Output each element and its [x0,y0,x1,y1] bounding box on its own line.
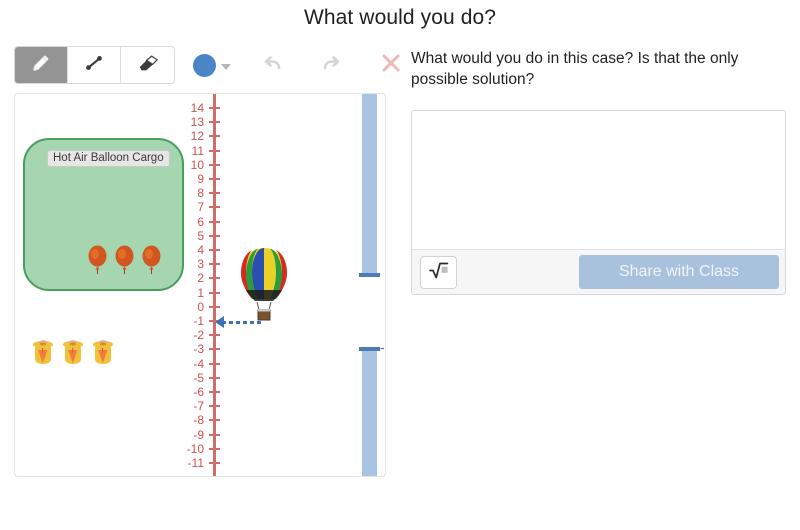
axis-tick [209,348,220,351]
axis-tick [209,135,220,138]
sandbag-icon [29,337,57,372]
axis-tick [209,192,220,195]
axis-tick [209,291,220,294]
axis-tick [209,121,220,124]
axis-tick-label: -3 [193,342,204,357]
eraser-icon [137,52,159,79]
axis-tick [209,391,220,393]
square-root-icon [428,261,449,284]
axis-tick [209,263,220,266]
axis-tick-label: -4 [193,356,204,371]
pencil-tool[interactable] [15,47,68,83]
axis-tick-label: 14 [190,101,204,115]
axis-tick [209,149,220,152]
balloon-icon [114,245,135,279]
color-picker[interactable] [193,53,231,77]
axis-tick-label: -2 [193,328,204,343]
value-arrow-head [215,316,224,328]
pencil-icon [30,52,52,79]
axis-tick-label: 11 [191,143,204,158]
axis-tick-label: -5 [193,370,204,385]
axis-tick [209,305,220,308]
axis-tick [209,107,220,109]
sandbags-group [29,337,117,372]
line-tool[interactable] [68,47,121,83]
axis-tick-label: 1 [197,285,204,300]
axis-tick-label: 5 [197,228,204,243]
bar-upper[interactable] [362,94,377,277]
sandbag-icon [59,337,87,372]
drawing-canvas[interactable]: Hot Air Balloon Cargo 14 13 12 11 10 9 8… [14,93,386,477]
axis-tick-label: 4 [197,243,204,257]
axis-tick-label: 6 [197,214,204,229]
bar-lower-cap [359,347,380,351]
answer-card: Share with Class [411,110,786,295]
tool-group [14,46,175,84]
clear-button[interactable] [379,51,403,80]
share-with-class-button[interactable]: Share with Class [579,255,779,289]
axis-tick-label: 2 [197,271,204,286]
axis-tick-label: 10 [190,157,204,172]
axis-tick-label: 12 [190,129,204,144]
axis-tick [209,334,220,337]
eraser-tool[interactable] [121,47,174,83]
axis-tick-label: 3 [197,257,204,272]
cargo-panel[interactable]: Hot Air Balloon Cargo [23,138,184,291]
axis-tick [209,206,220,209]
axis-tick [209,376,220,379]
axis-tick [209,362,220,365]
axis-tick-label: -7 [193,399,204,414]
axis-tick [209,462,220,464]
bar-upper-cap [359,273,380,277]
axis-tick-label: 9 [197,172,204,186]
hot-air-balloon[interactable] [233,246,295,333]
redo-arrow-icon [317,52,343,79]
answer-input[interactable] [412,111,785,251]
axis-tick-label: 0 [197,299,204,314]
color-swatch[interactable] [193,53,216,77]
axis-tick [209,220,220,223]
answer-footer: Share with Class [412,249,785,294]
cargo-panel-label: Hot Air Balloon Cargo [47,150,170,167]
axis-tick-label: 13 [190,115,204,130]
app-root: What would you do? Hot Air Balloon Cargo… [0,0,800,530]
axis-tick [209,178,220,180]
sandbag-icon [89,337,117,372]
axis-tick-label: -10 [186,441,204,456]
axis-tick-label: -8 [193,413,204,428]
axis-tick-label: -9 [193,427,204,442]
axis-tick-label: -6 [193,385,204,399]
axis-tick-label: -1 [193,314,204,328]
axis-tick [209,234,220,237]
redo-button[interactable] [317,52,343,79]
axis-tick [209,419,220,422]
axis-tick [209,405,220,408]
axis-tick-label: 8 [197,186,204,201]
axis-tick [209,433,220,436]
axis-tick-label: -11 [187,456,204,470]
math-keyboard-button[interactable] [420,255,457,289]
close-x-icon [379,51,403,80]
undo-button[interactable] [261,52,287,79]
page-title: What would you do? [303,6,497,29]
chevron-down-icon[interactable] [221,64,231,70]
bar-lower[interactable] [362,347,377,476]
question-prompt: What would you do in this case? Is that … [411,50,739,89]
drawing-toolbar [14,46,403,84]
axis-tick [209,447,220,450]
axis-tick-label: 7 [197,200,204,215]
axis-tick [209,163,220,166]
undo-arrow-icon [261,52,287,79]
cargo-balloons [87,245,162,279]
balloon-icon [87,245,108,279]
line-segment-icon [83,52,105,79]
axis-tick [209,249,220,251]
axis-tick [209,277,220,280]
balloon-icon [141,245,162,279]
bar-lower-label: -3 [380,339,385,355]
